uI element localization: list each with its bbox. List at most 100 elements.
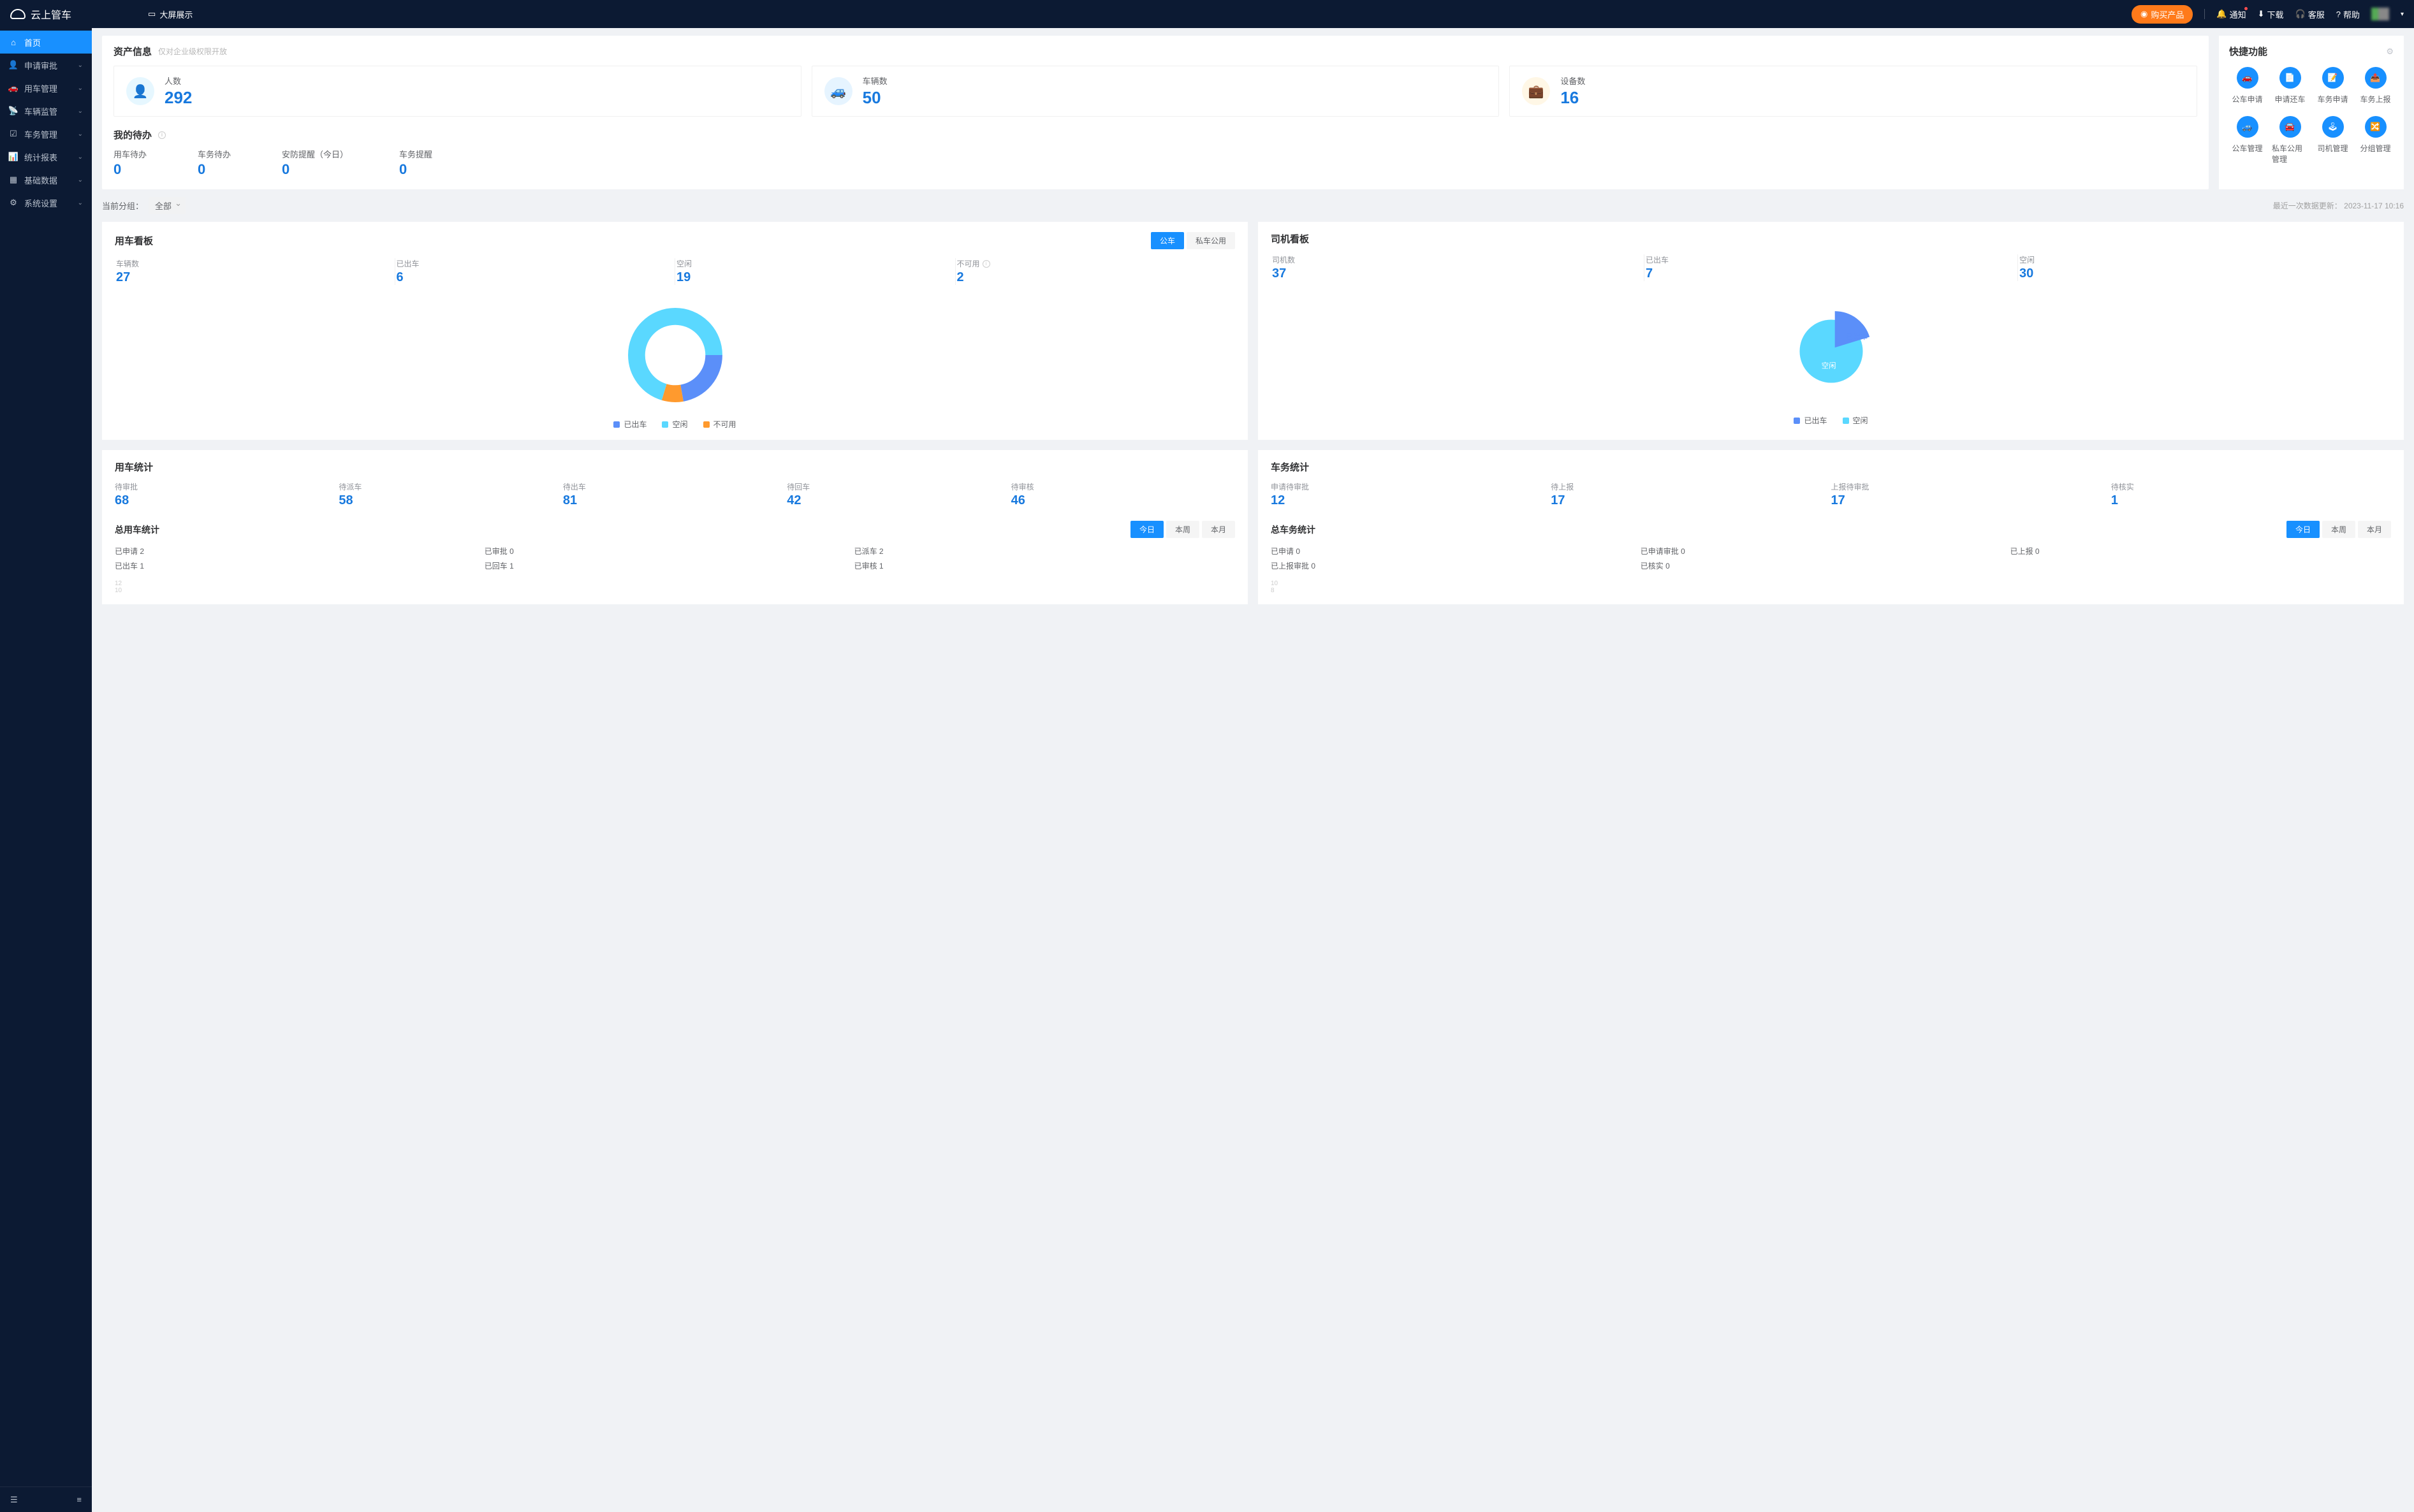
sidebar-item-7[interactable]: ⚙系统设置⌄ [0, 191, 92, 214]
sidebar-item-2[interactable]: 🚗用车管理⌄ [0, 76, 92, 99]
asset-label: 车辆数 [863, 75, 888, 87]
sidebar-item-4[interactable]: ☑车务管理⌄ [0, 122, 92, 145]
num-value: 58 [339, 493, 562, 508]
collapse-icon[interactable]: ☰ [10, 1495, 18, 1505]
shortcut-label: 私车公用管理 [2272, 143, 2308, 164]
legend-item-2[interactable]: 不可用 [703, 419, 736, 430]
chevron-down-icon: ⌄ [78, 177, 83, 184]
info-icon[interactable]: i [158, 131, 166, 139]
nav-label: 统计报表 [24, 151, 57, 163]
shortcut-icon: 📝 [2322, 67, 2344, 89]
asset-value: 16 [1560, 88, 1585, 108]
shortcut-0[interactable]: 🚗公车申请 [2229, 67, 2265, 105]
num-2[interactable]: 上报待审批17 [1831, 481, 2111, 508]
big-screen-link[interactable]: ▭ 大屏展示 [148, 8, 193, 20]
sidebar-item-5[interactable]: 📊统计报表⌄ [0, 145, 92, 168]
stat-2[interactable]: 空闲19 [675, 258, 956, 285]
tab-0[interactable]: 公车 [1151, 232, 1184, 249]
sidebar-item-3[interactable]: 📡车辆监管⌄ [0, 99, 92, 122]
shortcut-1[interactable]: 📄申请还车 [2272, 67, 2308, 105]
shortcut-7[interactable]: 🔀分组管理 [2357, 116, 2394, 164]
legend-item-0[interactable]: 已出车 [1794, 415, 1827, 426]
stat-1[interactable]: 已出车7 [1644, 254, 2018, 281]
stat-3[interactable]: 不可用 i2 [956, 258, 1236, 285]
group-select[interactable]: 全部 [149, 197, 186, 214]
num-label: 待上报 [1551, 481, 1831, 492]
help-link[interactable]: ? 帮助 [2336, 8, 2360, 20]
num-0[interactable]: 待审批68 [115, 481, 339, 508]
mini-stat-0: 已申请 2 [115, 546, 485, 556]
legend-label: 空闲 [1853, 415, 1868, 426]
num-3[interactable]: 待核实1 [2111, 481, 2391, 508]
caret-down-icon[interactable]: ▾ [2401, 11, 2404, 18]
assets-title-text: 资产信息 [113, 45, 152, 58]
tab-0[interactable]: 今日 [2286, 521, 2320, 538]
shortcut-3[interactable]: 📤车务上报 [2357, 67, 2394, 105]
headset-icon: 🎧 [2295, 9, 2306, 19]
logo: 云上管车 [10, 6, 71, 22]
sidebar-item-1[interactable]: 👤申请审批⌄ [0, 54, 92, 76]
todo-item-2[interactable]: 安防提醒（今日）0 [282, 148, 348, 178]
stat-1[interactable]: 已出车6 [395, 258, 676, 285]
tab-1[interactable]: 本周 [2322, 521, 2355, 538]
sidebar-item-6[interactable]: ▦基础数据⌄ [0, 168, 92, 191]
legend-item-1[interactable]: 空闲 [1843, 415, 1868, 426]
tab-2[interactable]: 本月 [2358, 521, 2391, 538]
num-2[interactable]: 待出车81 [563, 481, 787, 508]
num-3[interactable]: 待回车42 [787, 481, 1011, 508]
num-4[interactable]: 待审核46 [1011, 481, 1235, 508]
todo-item-1[interactable]: 车务待办0 [198, 148, 231, 178]
service-link[interactable]: 🎧 客服 [2295, 8, 2325, 20]
stat-label: 不可用 i [957, 258, 1236, 269]
todo-value: 0 [399, 161, 432, 178]
buy-product-button[interactable]: ◉ 购买产品 [2132, 5, 2193, 24]
chevron-down-icon: ⌄ [78, 85, 83, 92]
shortcuts-title: 快捷功能 [2229, 45, 2267, 58]
stat-2[interactable]: 空闲30 [2018, 254, 2391, 281]
info-icon[interactable]: i [983, 260, 990, 268]
tab-0[interactable]: 今日 [1130, 521, 1164, 538]
svg-text:空闲: 空闲 [1821, 361, 1836, 370]
num-1[interactable]: 待派车58 [339, 481, 562, 508]
cloud-icon [10, 9, 26, 19]
stat-0[interactable]: 车辆数27 [115, 258, 395, 285]
shortcut-5[interactable]: 🚘 私车公用管理 [2272, 116, 2308, 164]
chart-y-ticks: 10 8 [1271, 580, 2391, 594]
stat-0[interactable]: 司机数37 [1271, 254, 1644, 281]
gear-icon[interactable]: ⚙ [2386, 47, 2394, 57]
legend-dot [703, 421, 710, 428]
tab-1[interactable]: 本周 [1166, 521, 1199, 538]
num-0[interactable]: 申请待审批12 [1271, 481, 1551, 508]
service-stats-panel: 车务统计 申请待审批12待上报17上报待审批17待核实1 总车务统计 今日本周本… [1258, 450, 2404, 604]
mini-stat-5: 已审核 1 [854, 560, 1224, 571]
legend-item-0[interactable]: 已出车 [613, 419, 647, 430]
nav-icon: 👤 [9, 61, 18, 69]
svg-text:已出车: 已出车 [1845, 332, 1867, 341]
big-screen-label: 大屏展示 [159, 8, 193, 20]
download-link[interactable]: ⬇ 下载 [2258, 8, 2284, 20]
notification-link[interactable]: 🔔 通知 [2216, 8, 2246, 20]
legend-item-1[interactable]: 空闲 [662, 419, 687, 430]
todo-item-3[interactable]: 车务提醒0 [399, 148, 432, 178]
filter-label: 当前分组： [102, 200, 143, 212]
nav-label: 用车管理 [24, 82, 57, 94]
num-1[interactable]: 待上报17 [1551, 481, 1831, 508]
expand-icon[interactable]: ≡ [77, 1495, 82, 1504]
todo-item-0[interactable]: 用车待办0 [113, 148, 147, 178]
shortcut-icon: 📤 [2365, 67, 2387, 89]
shortcut-2[interactable]: 📝车务申请 [2315, 67, 2351, 105]
tab-2[interactable]: 本月 [1202, 521, 1235, 538]
num-value: 1 [2111, 493, 2391, 508]
avatar[interactable] [2371, 8, 2389, 20]
legend-label: 空闲 [672, 419, 687, 430]
asset-icon: 🚙 [824, 77, 852, 105]
legend-label: 已出车 [1804, 415, 1827, 426]
sidebar-item-0[interactable]: ⌂首页 [0, 31, 92, 54]
num-label: 待派车 [339, 481, 562, 492]
shortcut-icon: 🚘 [2279, 116, 2301, 138]
shortcut-4[interactable]: 🚙公车管理 [2229, 116, 2265, 164]
legend-label: 已出车 [624, 419, 647, 430]
shortcut-6[interactable]: 🕹司机管理 [2315, 116, 2351, 164]
tab-1[interactable]: 私车公用 [1187, 232, 1235, 249]
num-value: 17 [1551, 493, 1831, 508]
